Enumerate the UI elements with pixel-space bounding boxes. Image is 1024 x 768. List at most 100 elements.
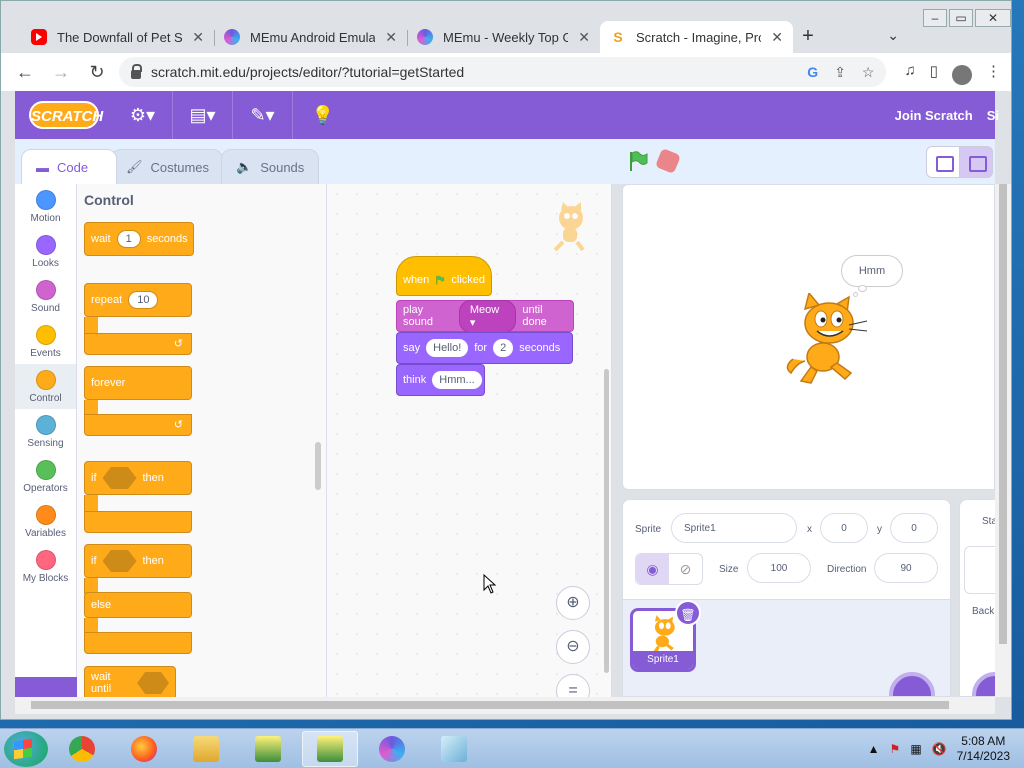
new-tab-button[interactable]: + bbox=[793, 21, 823, 53]
taskbar-explorer[interactable] bbox=[178, 731, 234, 767]
zoom-out-button[interactable]: ⊖ bbox=[556, 630, 590, 664]
start-button[interactable] bbox=[4, 730, 48, 767]
minimize-button[interactable]: – bbox=[923, 9, 947, 27]
network-icon[interactable]: ▦ bbox=[910, 742, 921, 756]
close-tab-icon[interactable]: ✕ bbox=[192, 29, 204, 46]
category-operators[interactable]: Operators bbox=[15, 454, 76, 499]
block-if-else[interactable]: if then bbox=[84, 544, 192, 578]
tab-memu-weekly[interactable]: MEmu - Weekly Top Gam ✕ bbox=[407, 21, 600, 53]
vertical-scrollbar[interactable] bbox=[995, 184, 1011, 697]
block-input[interactable]: Hmm... bbox=[432, 371, 482, 389]
horizontal-scrollbar-thumb[interactable] bbox=[31, 701, 949, 709]
stage-thumbnail[interactable] bbox=[964, 546, 998, 594]
tab-code[interactable]: ▬ Code bbox=[21, 149, 117, 184]
sign-in-link[interactable]: Si bbox=[987, 108, 999, 123]
small-stage-button[interactable] bbox=[926, 146, 960, 178]
category-my-blocks[interactable]: My Blocks bbox=[15, 544, 76, 589]
reload-button[interactable]: ↻ bbox=[83, 58, 111, 86]
media-control-icon[interactable]: ♫ bbox=[904, 62, 915, 82]
zoom-in-button[interactable]: ⊕ bbox=[556, 586, 590, 620]
tab-scratch[interactable]: S Scratch - Imagine, Progr ✕ bbox=[600, 21, 793, 53]
sound-dropdown[interactable]: Meow ▾ bbox=[458, 299, 517, 333]
action-center-flag-icon[interactable]: ⚑ bbox=[890, 742, 901, 756]
volume-muted-icon[interactable]: 🔇 bbox=[932, 742, 947, 756]
category-sound[interactable]: Sound bbox=[15, 274, 76, 319]
block-input[interactable]: 10 bbox=[128, 291, 159, 309]
tab-youtube[interactable]: The Downfall of Pet Sim ✕ bbox=[21, 21, 214, 53]
url-text[interactable]: scratch.mit.edu/projects/editor/?tutoria… bbox=[151, 64, 797, 80]
back-button[interactable]: ← bbox=[11, 58, 39, 86]
category-control[interactable]: Control bbox=[15, 364, 76, 409]
script-block-play-sound[interactable]: play sound Meow ▾ until done bbox=[396, 299, 574, 333]
block-repeat[interactable]: repeat 10 bbox=[84, 283, 192, 317]
tutorials-lightbulb-icon[interactable]: 💡 bbox=[293, 91, 353, 139]
settings-gear-icon[interactable]: ⚙▾ bbox=[113, 91, 173, 139]
address-bar[interactable]: scratch.mit.edu/projects/editor/?tutoria… bbox=[119, 57, 887, 87]
stage[interactable]: Hmm bbox=[622, 184, 995, 490]
tab-costumes[interactable]: 🖌 Costumes bbox=[111, 149, 223, 184]
tab-search-chevron-icon[interactable]: ⌄ bbox=[887, 27, 899, 44]
kebab-menu-icon[interactable]: ⋮ bbox=[986, 62, 1001, 82]
zoom-reset-button[interactable]: = bbox=[556, 674, 590, 697]
horizontal-scrollbar[interactable] bbox=[15, 697, 995, 714]
clock[interactable]: 5:08 AM 7/14/2023 bbox=[957, 734, 1010, 764]
show-sprite-eye-icon[interactable]: ◉ bbox=[636, 554, 669, 584]
x-position-input[interactable]: 0 bbox=[820, 513, 868, 543]
taskbar-app-3[interactable] bbox=[426, 731, 482, 767]
scratch-logo[interactable]: SCRATCH bbox=[29, 101, 103, 129]
taskbar-app-1[interactable] bbox=[240, 731, 296, 767]
add-extension-button[interactable] bbox=[15, 677, 77, 697]
block-input[interactable]: 2 bbox=[493, 339, 514, 357]
close-window-button[interactable]: ✕ bbox=[975, 9, 1011, 27]
block-input[interactable]: 1 bbox=[116, 230, 141, 248]
boolean-slot[interactable] bbox=[137, 672, 169, 694]
boolean-slot[interactable] bbox=[102, 467, 137, 489]
share-icon[interactable]: ⇪ bbox=[834, 64, 846, 81]
stop-sign-icon[interactable] bbox=[654, 147, 682, 175]
side-panel-icon[interactable]: ▯ bbox=[930, 62, 938, 82]
tab-sounds[interactable]: 🔈 Sounds bbox=[221, 149, 319, 184]
maximize-button[interactable]: ▭ bbox=[949, 9, 973, 27]
category-sensing[interactable]: Sensing bbox=[15, 409, 76, 454]
google-lens-icon[interactable]: G bbox=[807, 64, 818, 81]
edit-menu-icon[interactable]: ✎▾ bbox=[233, 91, 293, 139]
size-input[interactable]: 100 bbox=[747, 553, 811, 583]
script-block-say-for[interactable]: say Hello! for 2 seconds bbox=[396, 332, 573, 364]
delete-sprite-trash-icon[interactable]: 🗑 bbox=[675, 600, 701, 626]
taskbar-firefox[interactable] bbox=[116, 731, 172, 767]
category-variables[interactable]: Variables bbox=[15, 499, 76, 544]
block-if-then[interactable]: if then bbox=[84, 461, 192, 495]
category-events[interactable]: Events bbox=[15, 319, 76, 364]
forward-button[interactable]: → bbox=[47, 58, 75, 86]
block-forever[interactable]: forever bbox=[84, 366, 192, 400]
large-stage-button[interactable] bbox=[959, 146, 993, 178]
script-area[interactable]: when clicked play sound Meow ▾ until don… bbox=[327, 184, 612, 697]
tab-memu-emulator[interactable]: MEmu Android Emulator ✕ bbox=[214, 21, 407, 53]
close-tab-icon[interactable]: ✕ bbox=[578, 29, 590, 46]
cat-sprite[interactable] bbox=[783, 293, 871, 385]
category-looks[interactable]: Looks bbox=[15, 229, 76, 274]
boolean-slot[interactable] bbox=[102, 550, 137, 572]
file-menu-icon[interactable]: ▤▾ bbox=[173, 91, 233, 139]
palette-scrollbar[interactable] bbox=[315, 442, 321, 490]
direction-input[interactable]: 90 bbox=[874, 553, 938, 583]
join-scratch-link[interactable]: Join Scratch bbox=[895, 108, 973, 123]
block-wait[interactable]: wait 1 seconds bbox=[84, 222, 194, 256]
profile-avatar-icon[interactable] bbox=[952, 65, 972, 85]
show-hidden-icons-icon[interactable]: ▲ bbox=[868, 742, 880, 756]
script-area-scrollbar[interactable] bbox=[604, 369, 609, 673]
green-flag-icon[interactable] bbox=[627, 150, 649, 172]
taskbar-memu[interactable] bbox=[364, 731, 420, 767]
vertical-scrollbar-thumb[interactable] bbox=[999, 184, 1007, 644]
taskbar-app-2[interactable] bbox=[302, 730, 358, 767]
block-wait-until[interactable]: wait until bbox=[84, 666, 176, 697]
bookmark-star-icon[interactable]: ☆ bbox=[862, 64, 875, 81]
sprite-name-input[interactable]: Sprite1 bbox=[671, 513, 797, 543]
category-motion[interactable]: Motion bbox=[15, 184, 76, 229]
script-block-when-flag-clicked[interactable]: when clicked bbox=[396, 256, 492, 296]
close-tab-icon[interactable]: ✕ bbox=[385, 29, 397, 46]
hide-sprite-eye-icon[interactable]: ⊘ bbox=[669, 554, 702, 584]
close-tab-icon[interactable]: ✕ bbox=[771, 29, 783, 46]
y-position-input[interactable]: 0 bbox=[890, 513, 938, 543]
block-input[interactable]: Hello! bbox=[426, 339, 469, 357]
